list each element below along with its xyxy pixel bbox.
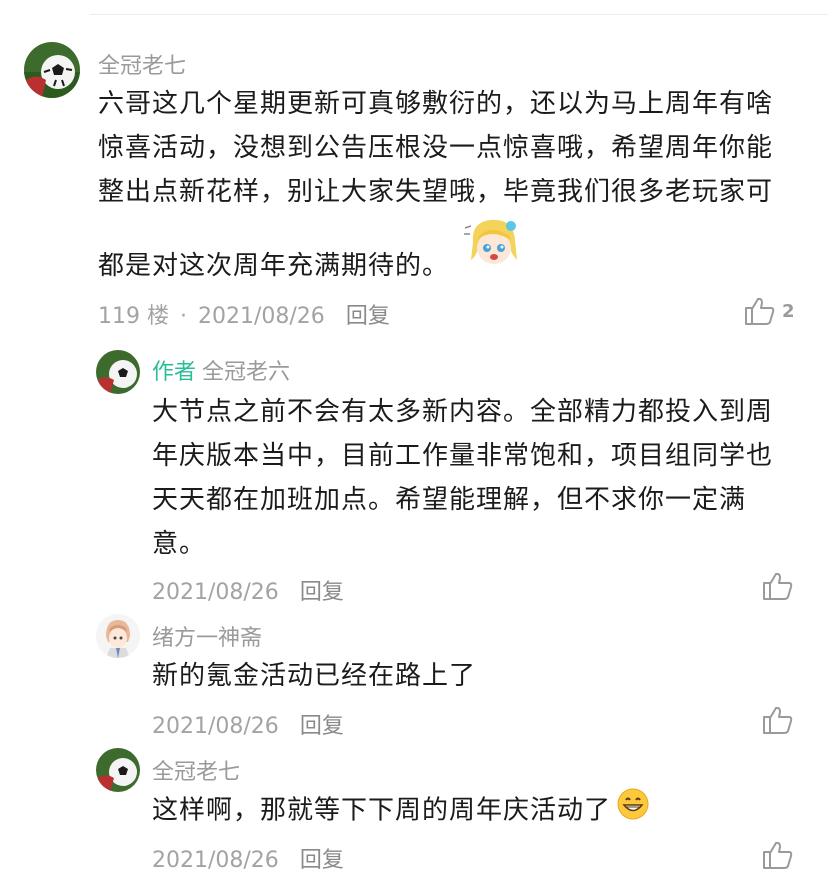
avatar[interactable] <box>96 748 140 792</box>
like-button[interactable] <box>762 840 794 870</box>
like-count: 2 <box>782 300 795 322</box>
reply-button[interactable]: 回复 <box>346 304 390 329</box>
soccer-ball-avatar-icon <box>96 350 140 394</box>
reply-button[interactable]: 回复 <box>300 714 344 739</box>
anime-character-avatar-icon <box>96 614 140 658</box>
anime-girl-sticker-icon <box>461 214 527 288</box>
grinning-face-icon <box>617 788 649 834</box>
soccer-ball-avatar-icon <box>96 748 140 792</box>
like-button[interactable] <box>762 571 794 601</box>
reply-date: 2021/08/26 <box>152 714 279 739</box>
comment-text: 六哥这几个星期更新可真够敷衍的，还以为马上周年有啥惊喜活动，没想到公告压根没一点… <box>98 82 788 288</box>
comment-date: 2021/08/26 <box>198 304 325 329</box>
reply-username[interactable]: 作者 全冠老六 <box>152 354 290 386</box>
reply-button[interactable]: 回复 <box>300 848 344 873</box>
meta-separator: · <box>180 304 187 329</box>
avatar[interactable] <box>96 350 140 394</box>
avatar[interactable] <box>24 42 80 98</box>
reply-username[interactable]: 绪方一神斋 <box>152 620 262 652</box>
avatar[interactable] <box>96 614 140 658</box>
floor-number: 119 楼 <box>98 304 169 329</box>
thumbs-up-icon <box>763 706 793 734</box>
reply-username[interactable]: 全冠老七 <box>152 754 240 786</box>
like-button[interactable] <box>762 705 794 735</box>
thumbs-up-icon <box>745 297 775 325</box>
thumbs-up-icon <box>763 572 793 600</box>
reply-date: 2021/08/26 <box>152 848 279 873</box>
reply-meta: 2021/08/26 回复 <box>152 574 344 606</box>
top-divider <box>90 14 828 15</box>
reply-meta: 2021/08/26 回复 <box>152 708 344 740</box>
soccer-ball-avatar-icon <box>24 42 80 98</box>
reply-button[interactable]: 回复 <box>300 580 344 605</box>
reply-date: 2021/08/26 <box>152 580 279 605</box>
author-badge: 作者 <box>152 360 197 385</box>
reply-text: 新的氪金活动已经在路上了 <box>152 661 477 691</box>
comment-username[interactable]: 全冠老七 <box>98 48 186 80</box>
reply-text: 大节点之前不会有太多新内容。全部精力都投入到周年庆版本当中，目前工作量非常饱和，… <box>152 397 774 559</box>
reply-meta: 2021/08/26 回复 <box>152 842 344 874</box>
thumbs-up-icon <box>763 841 793 869</box>
like-button[interactable]: 2 <box>744 296 795 326</box>
comment-meta: 119 楼 · 2021/08/26 回复 <box>98 298 390 330</box>
reply-text: 这样啊，那就等下下周的周年庆活动了 <box>152 788 782 834</box>
